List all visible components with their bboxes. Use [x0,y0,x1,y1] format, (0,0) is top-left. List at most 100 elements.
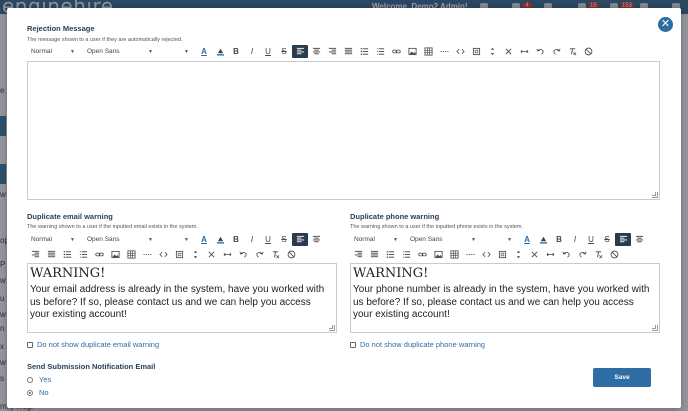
table-icon[interactable] [123,248,139,261]
rejection-editor[interactable] [27,61,660,200]
close-button[interactable]: ✕ [658,17,673,32]
disable-icon[interactable] [283,248,299,261]
strikethrough-icon[interactable]: S [276,45,292,58]
email-warning-checkbox-row[interactable]: Do not show duplicate email warning [27,340,159,349]
width-icon[interactable] [542,248,558,261]
text-color-icon[interactable]: A [519,233,535,246]
horizontal-rule-icon[interactable] [462,248,478,261]
email-warning-checkbox-label[interactable]: Do not show duplicate email warning [37,340,159,349]
align-center-icon[interactable] [308,45,324,58]
line-height-icon[interactable] [510,248,526,261]
align-justify-icon[interactable] [43,248,59,261]
bold-icon[interactable]: B [228,233,244,246]
line-height-icon[interactable] [484,45,500,58]
image-icon[interactable] [404,45,420,58]
underline-icon[interactable]: U [260,45,276,58]
text-color-icon[interactable]: A [196,45,212,58]
font-select[interactable]: Open Sans ▼ [83,46,157,58]
collapse-icon[interactable] [500,45,516,58]
horizontal-rule-icon[interactable] [436,45,452,58]
image-icon[interactable] [107,248,123,261]
collapse-icon[interactable] [526,248,542,261]
clear-format-icon[interactable] [590,248,606,261]
radio-no-row[interactable]: No [27,388,49,397]
italic-icon[interactable]: I [567,233,583,246]
highlight-icon[interactable] [535,233,551,246]
size-select[interactable]: ▼ [161,46,193,58]
link-icon[interactable] [388,45,404,58]
duplicate-email-editor[interactable]: WARNING! Your email address is already i… [27,263,337,333]
clear-format-icon[interactable] [564,45,580,58]
numbered-list-icon[interactable] [372,45,388,58]
italic-icon[interactable]: I [244,45,260,58]
code-icon[interactable] [155,248,171,261]
clear-format-icon[interactable] [267,248,283,261]
undo-icon[interactable] [558,248,574,261]
font-select[interactable]: Open Sans ▼ [83,234,157,246]
redo-icon[interactable] [548,45,564,58]
highlight-icon[interactable] [212,233,228,246]
align-left-icon[interactable] [292,45,308,58]
resize-handle[interactable] [652,325,658,331]
size-select[interactable]: ▼ [161,234,193,246]
align-center-icon[interactable] [631,233,647,246]
align-justify-icon[interactable] [366,248,382,261]
numbered-list-icon[interactable] [398,248,414,261]
code-icon[interactable] [478,248,494,261]
redo-icon[interactable] [574,248,590,261]
phone-warning-checkbox-label[interactable]: Do not show duplicate phone warning [360,340,485,349]
disable-icon[interactable] [580,45,596,58]
strikethrough-icon[interactable]: S [276,233,292,246]
numbered-list-icon[interactable] [75,248,91,261]
phone-warning-checkbox-row[interactable]: Do not show duplicate phone warning [350,340,485,349]
bullet-list-icon[interactable] [59,248,75,261]
width-icon[interactable] [516,45,532,58]
align-right-icon[interactable] [27,248,43,261]
format-select[interactable]: Normal ▼ [350,234,402,246]
bold-icon[interactable]: B [228,45,244,58]
align-right-icon[interactable] [324,45,340,58]
fullscreen-icon[interactable] [468,45,484,58]
text-color-icon[interactable]: A [196,233,212,246]
phone-warning-checkbox[interactable] [350,341,356,348]
radio-yes[interactable] [27,376,33,383]
redo-icon[interactable] [251,248,267,261]
undo-icon[interactable] [235,248,251,261]
horizontal-rule-icon[interactable] [139,248,155,261]
width-icon[interactable] [219,248,235,261]
fullscreen-icon[interactable] [494,248,510,261]
radio-yes-row[interactable]: Yes [27,375,51,384]
align-center-icon[interactable] [308,233,324,246]
fullscreen-icon[interactable] [171,248,187,261]
resize-handle[interactable] [652,192,658,198]
format-select[interactable]: Normal ▼ [27,234,79,246]
collapse-icon[interactable] [203,248,219,261]
image-icon[interactable] [430,248,446,261]
underline-icon[interactable]: U [583,233,599,246]
align-justify-icon[interactable] [340,45,356,58]
link-icon[interactable] [414,248,430,261]
line-height-icon[interactable] [187,248,203,261]
bullet-list-icon[interactable] [382,248,398,261]
undo-icon[interactable] [532,45,548,58]
align-left-icon[interactable] [292,233,308,246]
link-icon[interactable] [91,248,107,261]
save-button[interactable]: Save [593,368,651,387]
size-select[interactable]: ▼ [484,234,516,246]
table-icon[interactable] [420,45,436,58]
radio-no-label[interactable]: No [39,388,49,397]
underline-icon[interactable]: U [260,233,276,246]
align-left-icon[interactable] [615,233,631,246]
resize-handle[interactable] [329,325,335,331]
format-select[interactable]: Normal ▼ [27,46,79,58]
strikethrough-icon[interactable]: S [599,233,615,246]
radio-no[interactable] [27,389,33,396]
table-icon[interactable] [446,248,462,261]
duplicate-phone-editor[interactable]: WARNING! Your phone number is already in… [350,263,660,333]
radio-yes-label[interactable]: Yes [39,375,51,384]
code-icon[interactable] [452,45,468,58]
italic-icon[interactable]: I [244,233,260,246]
highlight-icon[interactable] [212,45,228,58]
email-warning-checkbox[interactable] [27,341,33,348]
disable-icon[interactable] [606,248,622,261]
